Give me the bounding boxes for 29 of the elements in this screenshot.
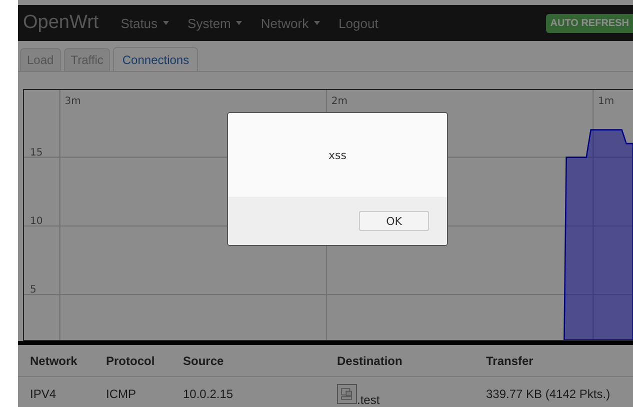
column-header: Transfer: [486, 354, 534, 368]
tab[interactable]: Connections: [113, 47, 198, 71]
menu-item[interactable]: Logout: [338, 16, 378, 30]
menu-item[interactable]: Network: [260, 16, 320, 30]
column-header: Protocol: [106, 354, 156, 368]
column-header: Destination: [337, 354, 404, 368]
auto-refresh-badge[interactable]: AUTO REFRESH: [546, 14, 633, 32]
x-axis-label: 2m: [331, 96, 348, 107]
caret-icon: [162, 21, 169, 25]
broken-image-icon: [337, 384, 357, 404]
x-axis-label: 1m: [598, 96, 614, 107]
menu-item[interactable]: System: [188, 16, 242, 30]
x-axis-label: 3m: [64, 96, 81, 107]
y-axis-label: 5: [30, 284, 36, 296]
y-axis-label: 15: [30, 147, 43, 158]
table-cell-text: 339.77 KB (4142 Pkts.): [486, 387, 612, 401]
column-header: Source: [183, 354, 225, 368]
dialog-message: xss: [328, 148, 346, 162]
table-cell-text: IPV4: [30, 387, 58, 401]
ok-button[interactable]: OK: [359, 211, 429, 231]
caret-icon: [236, 21, 242, 25]
table-cell: .test: [357, 393, 380, 407]
brand-link[interactable]: OpenWrt: [23, 12, 99, 34]
table-cell-text: ICMP: [106, 387, 137, 401]
y-axis-label: 10: [30, 216, 43, 227]
caret-icon: [314, 21, 320, 25]
column-header: Network: [30, 354, 78, 368]
menu-item[interactable]: Status: [120, 16, 169, 30]
table-cell-text: 10.0.2.15: [183, 387, 234, 401]
